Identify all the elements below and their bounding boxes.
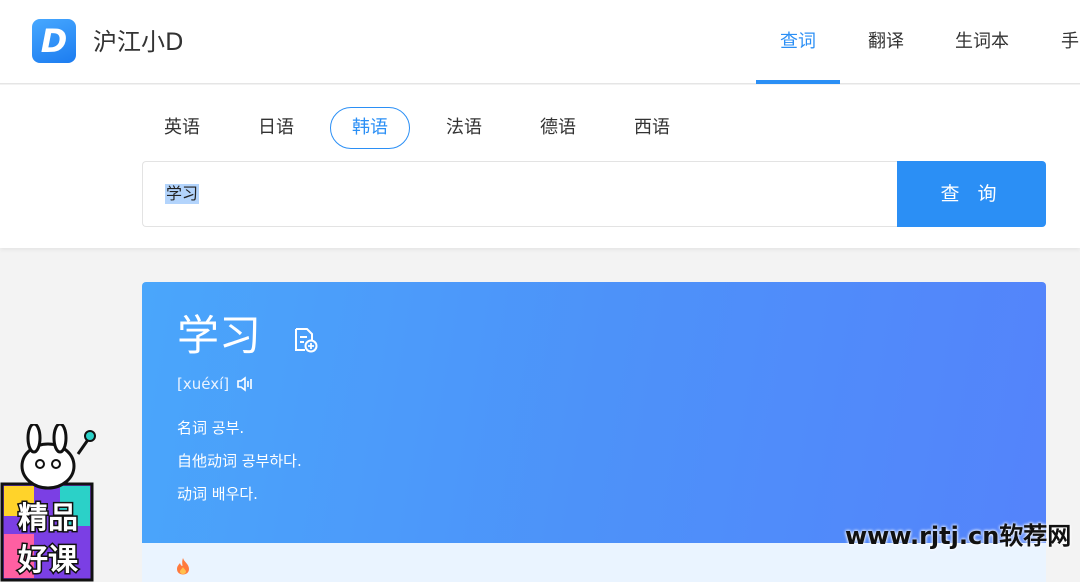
nav-vocabulary[interactable]: 生词本: [955, 30, 1009, 54]
fire-icon: [177, 558, 189, 575]
nav-lookup[interactable]: 查词: [780, 30, 816, 54]
definition-line: 名词 공부.: [177, 419, 245, 437]
promo-badge-line1: 精品: [18, 501, 78, 536]
speaker-icon[interactable]: [236, 376, 254, 392]
tab-spanish[interactable]: 西语: [612, 107, 692, 149]
tab-japanese[interactable]: 日语: [236, 107, 316, 149]
nav-active-indicator: [756, 80, 840, 84]
site-watermark: www.rjtj.cn软荐网: [845, 522, 1072, 550]
tab-german[interactable]: 德语: [518, 107, 598, 149]
top-header: D 沪江小D 查词 翻译 生词本 手: [0, 0, 1080, 84]
nav-translate[interactable]: 翻译: [868, 30, 904, 54]
promo-badge-image: 精品 好课: [0, 424, 96, 582]
search-query-text: 学习: [165, 184, 200, 204]
app-logo[interactable]: D: [32, 19, 76, 63]
add-to-wordbook-icon[interactable]: [292, 327, 318, 353]
tab-korean[interactable]: 韩语: [330, 107, 410, 149]
search-input[interactable]: 学习: [142, 161, 898, 227]
search-panel: 英语 日语 韩语 法语 德语 西语 学习 查 询: [0, 85, 1080, 248]
headword: 学习: [177, 311, 262, 360]
app-name[interactable]: 沪江小D: [93, 27, 183, 57]
pronunciation: [xuéxí]: [177, 375, 230, 393]
definition-line: 自他动词 공부하다.: [177, 452, 302, 470]
promo-badge-line2: 好课: [17, 543, 79, 578]
definition-line: 动词 배우다.: [177, 485, 258, 503]
tab-french[interactable]: 法语: [424, 107, 504, 149]
tab-english[interactable]: 英语: [142, 107, 222, 149]
nav-mobile-partial[interactable]: 手: [1061, 30, 1079, 54]
search-button[interactable]: 查 询: [897, 161, 1046, 227]
